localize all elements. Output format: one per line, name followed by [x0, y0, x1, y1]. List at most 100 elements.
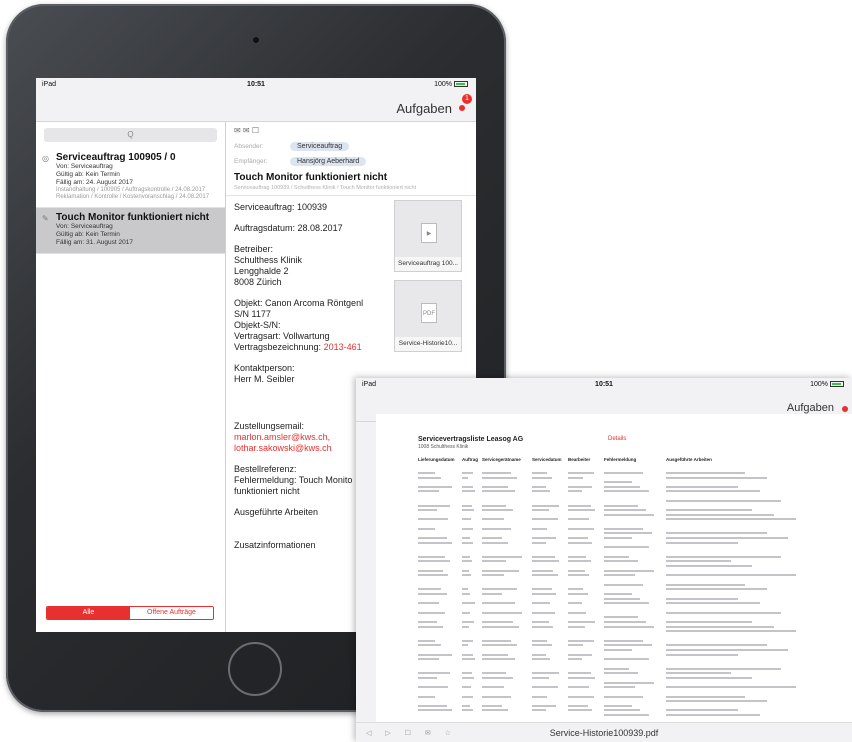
task-title: Serviceauftrag 100905 / 0 — [56, 152, 176, 163]
table-cell — [604, 657, 666, 662]
home-button[interactable] — [228, 642, 282, 696]
table-cell — [604, 629, 666, 634]
menu-dot-icon[interactable] — [842, 406, 848, 412]
pdf-viewer-screenshot: iPad 10:51 100% Aufgaben Servicevertrags… — [356, 378, 852, 742]
battery-indicator: 100% — [434, 81, 468, 88]
table-cell — [666, 657, 816, 662]
recipient-token[interactable]: Hansjörg Aeberhard — [290, 157, 367, 166]
task-summary: Instandhaltung / 100905 / Auftragskontro… — [56, 187, 206, 193]
task-from: Von: Serviceauftrag — [56, 163, 113, 170]
nav-bar: Aufgaben 1 — [36, 92, 476, 122]
notification-badge: 1 — [462, 94, 472, 104]
table-cell — [666, 601, 816, 606]
circle-icon: ◎ — [42, 154, 49, 163]
table-cell — [418, 629, 462, 634]
detail-toolbar[interactable]: ✉ ✉ ☐ — [226, 122, 476, 138]
table-row — [418, 601, 838, 606]
column-header: Servicedatum — [532, 457, 562, 462]
camera-icon — [253, 37, 259, 43]
table-row — [418, 517, 838, 522]
column-header: Lieferungsdatum — [418, 457, 455, 462]
table-cell — [532, 713, 568, 718]
contract-link[interactable]: 2013-461 — [324, 342, 362, 352]
table-cell — [462, 517, 482, 522]
table-cell — [482, 713, 532, 718]
table-cell — [462, 601, 482, 606]
pdf-filename: Service-Historie100939.pdf — [549, 728, 659, 738]
attachment-caption: Service-Historie10... — [395, 337, 461, 351]
table-cell — [604, 601, 666, 606]
table-cell — [462, 629, 482, 634]
table-cell — [568, 545, 604, 550]
recipient-field: Empfänger: Hansjörg Aeberhard — [226, 155, 476, 168]
table-cell — [418, 657, 462, 662]
sender-label: Absender: — [234, 143, 264, 150]
segment-open-orders[interactable]: Offene Aufträge — [130, 607, 213, 619]
table-cell — [666, 713, 816, 718]
table-cell — [482, 685, 532, 690]
detail-title: Touch Monitor funktioniert nicht — [234, 172, 388, 183]
table-cell — [462, 713, 482, 718]
detail-subtitle: Serviceauftrag 100939 / Schulthess Klini… — [226, 185, 476, 196]
table-row — [418, 657, 838, 662]
table-cell — [568, 657, 604, 662]
task-summary: Reklamation / Kontrolle / Kostenvoransch… — [56, 194, 210, 200]
task-item-selected[interactable]: ✎ Touch Monitor funktioniert nicht Von: … — [36, 208, 225, 254]
table-row — [418, 629, 838, 634]
table-cell — [482, 601, 532, 606]
contract-label: Vertragsbezeichnung: — [234, 342, 324, 352]
table-cell — [666, 517, 816, 522]
pdf-page[interactable]: Servicevertragsliste Leasog AG 1008 Schu… — [376, 414, 852, 726]
clock-label: 10:51 — [247, 81, 265, 88]
pencil-icon: ✎ — [42, 214, 49, 223]
table-cell — [666, 545, 816, 550]
sender-field: Absender: Serviceauftrag — [226, 140, 476, 153]
status-bar: iPad 10:51 100% — [36, 78, 476, 92]
status-bar: iPad 10:51 100% — [356, 378, 852, 392]
contact-label: Kontaktperson: — [234, 363, 295, 373]
task-valid: Gültig ab: Kein Termin — [56, 231, 120, 238]
table-row — [418, 685, 838, 690]
table-cell — [568, 685, 604, 690]
battery-icon — [830, 381, 844, 388]
table-cell — [532, 601, 568, 606]
table-cell — [418, 545, 462, 550]
table-cell — [666, 573, 816, 578]
table-cell — [482, 573, 532, 578]
table-cell — [482, 517, 532, 522]
table-cell — [482, 489, 532, 494]
table-row — [418, 573, 838, 578]
table-cell — [532, 517, 568, 522]
task-item[interactable]: ◎ Serviceauftrag 100905 / 0 Von: Service… — [36, 148, 225, 208]
column-header: Fehlermeldung — [604, 457, 637, 462]
filter-segmented-control: Alle Offene Aufträge — [46, 606, 214, 620]
task-due: Fällig am: 24. August 2017 — [56, 179, 133, 186]
table-cell — [482, 657, 532, 662]
pdf-icon: PDF — [421, 303, 437, 323]
table-cell — [568, 517, 604, 522]
task-from: Von: Serviceauftrag — [56, 223, 113, 230]
table-cell — [568, 713, 604, 718]
table-row — [418, 545, 838, 550]
table-cell — [568, 573, 604, 578]
battery-icon — [454, 81, 468, 88]
table-cell — [482, 545, 532, 550]
table-cell — [532, 685, 568, 690]
menu-dot-icon[interactable] — [459, 105, 465, 111]
pdf-details-link[interactable]: Details — [608, 436, 626, 442]
attachment-thumbnail[interactable]: PDF Service-Historie10... — [394, 280, 462, 352]
pdf-subheading: 1008 Schulthess Klinik — [418, 444, 469, 450]
table-cell — [418, 489, 462, 494]
sender-token[interactable]: Serviceauftrag — [290, 142, 350, 151]
segment-all[interactable]: Alle — [47, 607, 130, 619]
table-cell — [418, 601, 462, 606]
table-cell — [568, 629, 604, 634]
table-cell — [532, 629, 568, 634]
pdf-heading: Servicevertragsliste Leasog AG — [418, 436, 524, 443]
column-header: Ausgeführte Arbeiten — [666, 457, 712, 462]
task-title: Touch Monitor funktioniert nicht — [56, 212, 210, 223]
task-valid: Gültig ab: Kein Termin — [56, 171, 120, 178]
table-row — [418, 713, 838, 718]
attachment-thumbnail[interactable]: ▶ Serviceauftrag 100... — [394, 200, 462, 272]
search-input[interactable]: Q — [44, 128, 217, 142]
